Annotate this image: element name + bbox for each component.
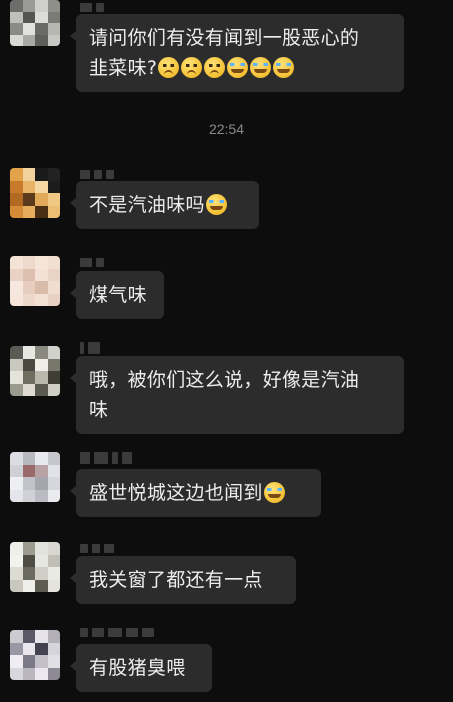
avatar[interactable] bbox=[10, 168, 60, 218]
sender-name bbox=[80, 342, 100, 354]
avatar[interactable] bbox=[10, 452, 60, 502]
message-text: 有股猪臭喂 bbox=[89, 657, 186, 679]
message-text-line2: 韭菜味? bbox=[89, 53, 391, 83]
sender-name bbox=[80, 452, 132, 464]
worried-face-icon bbox=[158, 57, 180, 78]
message-bubble[interactable]: 不是汽油味吗 bbox=[70, 181, 259, 229]
sender-name bbox=[80, 258, 104, 270]
laugh-cry-face-icon bbox=[227, 57, 249, 78]
laugh-cry-face-icon bbox=[205, 194, 227, 215]
message-text: 请问你们有没有闻到一股恶心的 bbox=[89, 27, 360, 49]
message-bubble[interactable]: 哦，被你们这么说，好像是汽油 味 bbox=[70, 356, 404, 434]
message-bubble[interactable]: 请问你们有没有闻到一股恶心的 韭菜味? bbox=[70, 14, 404, 92]
avatar[interactable] bbox=[10, 630, 60, 680]
message-bubble[interactable]: 煤气味 bbox=[70, 271, 164, 319]
laugh-cry-face-icon bbox=[250, 57, 272, 78]
message-text: 哦，被你们这么说，好像是汽油 bbox=[89, 369, 360, 391]
message-bubble[interactable]: 有股猪臭喂 bbox=[70, 644, 212, 692]
laugh-cry-face-icon bbox=[263, 482, 285, 503]
message-text-line2: 味 bbox=[89, 399, 109, 421]
message-text: 不是汽油味吗 bbox=[89, 194, 205, 216]
message-bubble[interactable]: 盛世悦城这边也闻到 bbox=[70, 469, 321, 517]
avatar[interactable] bbox=[10, 256, 60, 306]
chat-window: 请问你们有没有闻到一股恶心的 韭菜味? 22:54 不是汽油味吗 煤气味 哦，被… bbox=[0, 0, 453, 702]
worried-face-icon bbox=[204, 57, 226, 78]
sender-name bbox=[80, 544, 114, 556]
message-text: 煤气味 bbox=[89, 284, 147, 306]
message-text: 盛世悦城这边也闻到 bbox=[89, 482, 263, 504]
message-bubble[interactable]: 我关窗了都还有一点 bbox=[70, 556, 296, 604]
avatar[interactable] bbox=[10, 346, 60, 396]
avatar[interactable] bbox=[10, 542, 60, 592]
message-text: 我关窗了都还有一点 bbox=[89, 569, 263, 591]
laugh-cry-face-icon bbox=[273, 57, 295, 78]
avatar[interactable] bbox=[10, 0, 60, 46]
worried-face-icon bbox=[181, 57, 203, 78]
sender-name bbox=[80, 628, 154, 640]
timestamp: 22:54 bbox=[208, 121, 245, 137]
